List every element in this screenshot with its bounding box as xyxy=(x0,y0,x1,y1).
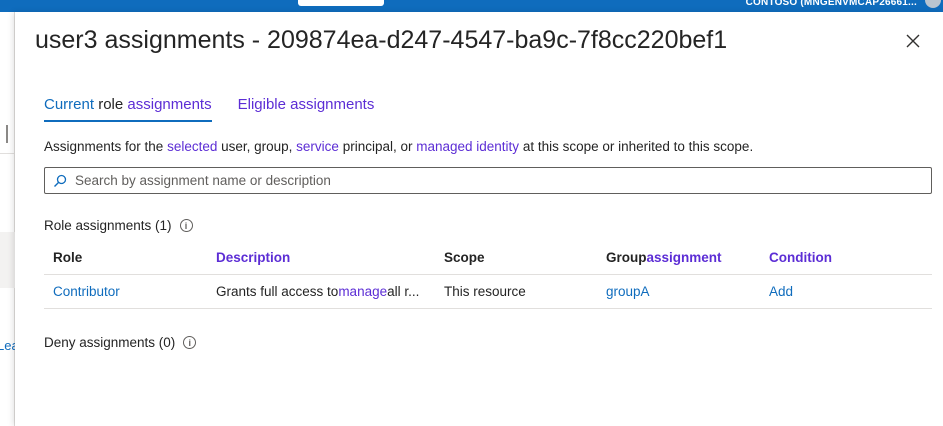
group-link[interactable]: groupA xyxy=(606,275,756,308)
column-header-scope[interactable]: Scope xyxy=(444,241,594,274)
tab-bar: Current role assignments Eligible assign… xyxy=(44,96,374,122)
table-row: Contributor Grants full access to manage… xyxy=(44,275,932,309)
desc-text: all r... xyxy=(387,284,420,299)
column-header-role[interactable]: Role xyxy=(53,241,203,274)
desc-text: user, group, xyxy=(217,139,297,154)
desc-text: principal, or xyxy=(338,139,417,154)
scope-description: Assignments for the selected user, group… xyxy=(44,139,753,154)
role-assignments-heading: Role assignments (1) i xyxy=(44,218,193,233)
role-assignments-label: Role assignments (1) xyxy=(44,218,172,233)
tab-label-part: assignments xyxy=(127,96,212,113)
assignments-panel: user3 assignments - 209874ea-d247-4547-b… xyxy=(15,12,943,426)
scope-value: This resource xyxy=(444,284,526,299)
table-header-row: Role Description Scope Group assignment … xyxy=(44,241,932,275)
deny-assignments-label: Deny assignments (0) xyxy=(44,335,176,350)
close-icon xyxy=(906,34,920,48)
header-text: Group xyxy=(606,250,647,265)
desc-text: manage xyxy=(338,284,388,299)
info-icon[interactable]: i xyxy=(179,219,193,232)
role-assignments-table: Role Description Scope Group assignment … xyxy=(44,241,932,309)
info-icon[interactable]: i xyxy=(183,336,197,349)
role-link[interactable]: Contributor xyxy=(53,275,203,308)
desc-text: Grants full access to xyxy=(216,284,339,299)
background-divider xyxy=(0,153,15,154)
deny-assignments-heading: Deny assignments (0) i xyxy=(44,335,197,350)
role-description: Grants full access to manage all r... xyxy=(216,275,436,308)
column-header-description[interactable]: Description xyxy=(216,241,436,274)
avatar[interactable] xyxy=(925,0,941,8)
header-text: assignment xyxy=(646,250,722,265)
column-header-condition[interactable]: Condition xyxy=(769,241,919,274)
tab-label-part: role xyxy=(94,96,128,113)
background-page-strip: Lea xyxy=(0,12,19,426)
desc-text: Assignments for the xyxy=(44,139,168,154)
tab-eligible-assignments[interactable]: Eligible assignments xyxy=(238,96,375,122)
column-header-group-assignment[interactable]: Group assignment xyxy=(606,241,756,274)
add-condition-link[interactable]: Add xyxy=(769,275,919,308)
desc-link-selected[interactable]: selected xyxy=(167,139,217,154)
search-box[interactable] xyxy=(44,167,932,194)
close-button[interactable] xyxy=(903,31,923,51)
desc-link-service[interactable]: service xyxy=(296,139,339,154)
background-divider xyxy=(6,125,8,143)
tab-label-part: Current xyxy=(44,96,95,113)
search-icon xyxy=(54,174,67,187)
tenant-label[interactable]: CONTOSO (MNGENVMCAP26661... xyxy=(746,0,917,8)
top-bar-button[interactable] xyxy=(298,0,384,6)
search-input[interactable] xyxy=(75,173,915,188)
background-selected-item xyxy=(0,232,15,288)
page-title: user3 assignments - 209874ea-d247-4547-b… xyxy=(35,26,728,54)
desc-link-managed-identity[interactable]: managed identity xyxy=(416,139,519,154)
azure-top-bar: CONTOSO (MNGENVMCAP26661... xyxy=(0,0,943,12)
tab-current-role-assignments[interactable]: Current role assignments xyxy=(44,96,212,122)
desc-text: at this scope or inherited to this scope… xyxy=(519,139,754,154)
